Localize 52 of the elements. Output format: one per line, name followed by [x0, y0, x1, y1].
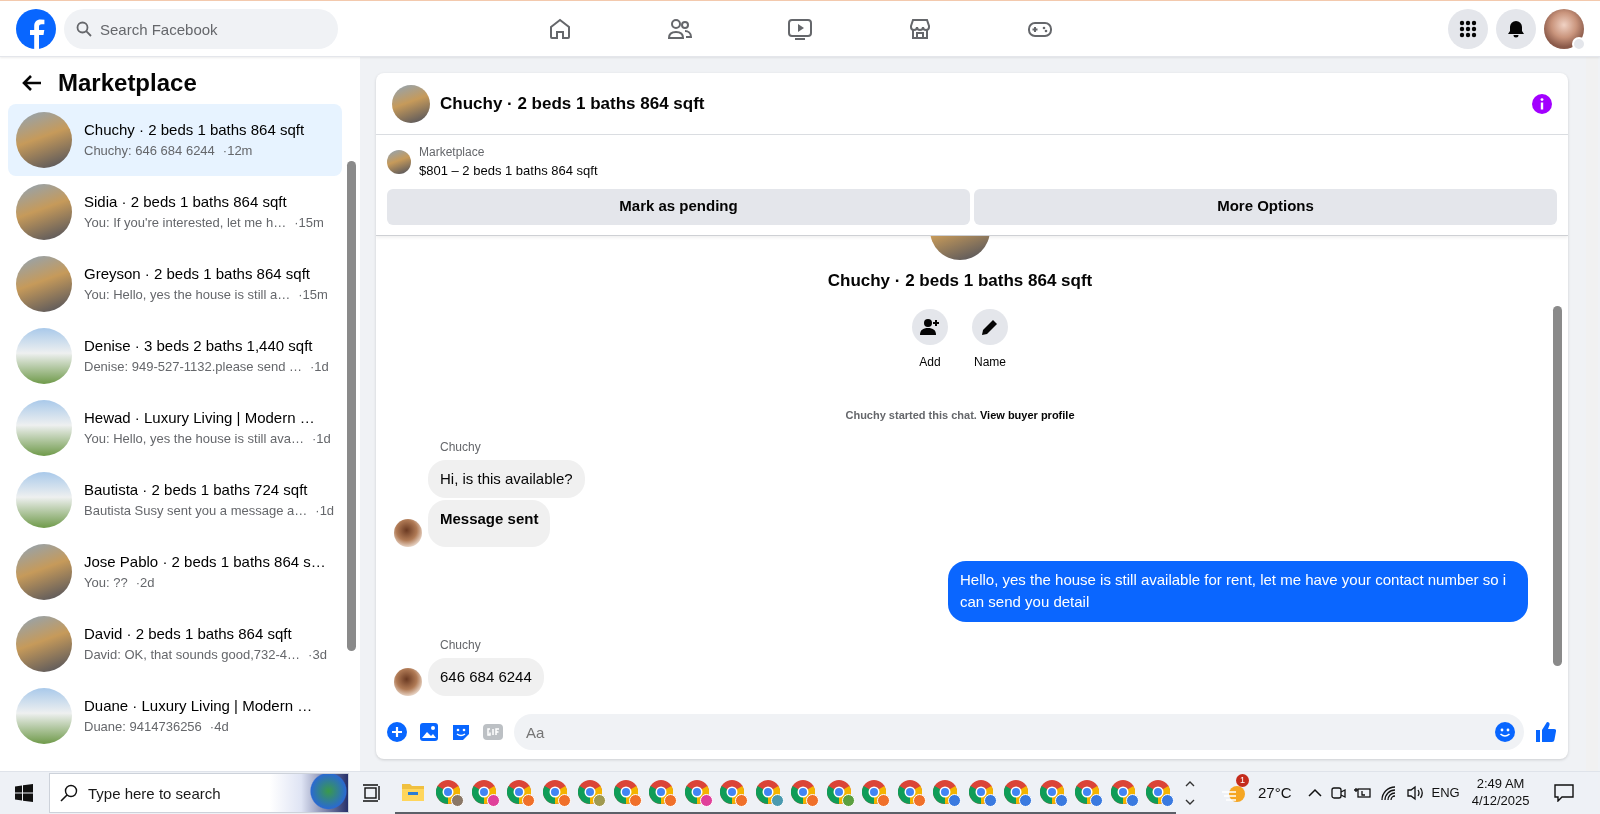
- conversation-title: Bautista · 2 beds 1 baths 724 sqft: [84, 479, 309, 500]
- message-time: ·1d: [310, 358, 329, 377]
- conversation-heading: Chuchy · 2 beds 1 baths 864 sqft: [827, 269, 1093, 292]
- conversation-title: Jose Pablo · 2 beds 1 baths 864 s…: [84, 551, 327, 572]
- message-input[interactable]: Aa: [514, 714, 1524, 750]
- message-preview: You: Hello, yes the house is still a…: [84, 286, 291, 305]
- action-button[interactable]: More Options: [974, 188, 1557, 225]
- message-bubble: 646 684 6244: [428, 657, 544, 696]
- message-preview: David: OK, that sounds good,732-4…: [84, 646, 301, 665]
- conversation-title: Chuchy · 2 beds 1 baths 864 sqft: [84, 119, 306, 140]
- message-preview: Duane: 9414736256: [84, 718, 202, 737]
- notification-count: 1: [1236, 773, 1249, 787]
- sender-name: Chuchy: [440, 636, 482, 654]
- listing-summary: $801 – 2 beds 1 baths 864 sqft: [419, 162, 598, 180]
- action-label: Name: [974, 354, 1006, 371]
- clock-date[interactable]: 4/12/2025: [1471, 793, 1530, 810]
- message-time: ·1d: [315, 502, 335, 521]
- action-button[interactable]: Mark as pending: [387, 188, 970, 225]
- message-preview: You: If you're interested, let me h…: [84, 214, 287, 233]
- message-preview: Denise: 949-527-1132.please send …: [84, 358, 303, 377]
- input-language[interactable]: ENG: [1431, 783, 1460, 803]
- buyer-profile-link[interactable]: View buyer profile: [979, 409, 1075, 421]
- message-time: ·15m: [298, 286, 328, 305]
- conversation-title: Duane · Luxury Living | Modern …: [84, 695, 314, 716]
- temperature[interactable]: 27°C: [1258, 781, 1292, 805]
- message-time: ·4d: [209, 718, 229, 737]
- chat-notice: Chuchy started this chat.: [845, 409, 977, 421]
- conversation-item[interactable]: Chuchy · 2 beds 1 baths 864 sqft Chuchy: 646 684 6244 ·12m: [8, 103, 342, 176]
- conversation-title: David · 2 beds 1 baths 864 sqft: [84, 623, 293, 644]
- message-time: ·1d: [311, 430, 331, 449]
- panel-title: Marketplace: [58, 69, 197, 98]
- message-time: ·3d: [308, 646, 327, 665]
- clock-time[interactable]: 2:49 AM: [1471, 776, 1530, 793]
- message-bubble: Hello, yes the house is still available for rent, let me have your contact number so i can send you detail: [948, 560, 1528, 622]
- search-field[interactable]: Search Facebook: [64, 9, 338, 49]
- message-preview: You: ??: [84, 574, 128, 593]
- message-bubble: Hi, is this available?: [428, 459, 585, 498]
- message-time: ·2d: [135, 574, 155, 593]
- action-label: Add: [919, 354, 941, 371]
- message-time: ·12m: [222, 142, 253, 161]
- chat-title: Chuchy · 2 beds 1 baths 864 sqft: [440, 92, 705, 115]
- message-preview: Chuchy: 646 684 6244: [84, 142, 215, 161]
- conversation-title: Denise · 3 beds 2 baths 1,440 sqft: [84, 335, 314, 356]
- conversation-title: Sidia · 2 beds 1 baths 864 sqft: [84, 191, 288, 212]
- conversation-title: Greyson · 2 beds 1 baths 864 sqft: [84, 263, 311, 284]
- sender-name: Chuchy: [440, 438, 482, 456]
- message-preview: You: Hello, yes the house is still ava…: [84, 430, 304, 449]
- listing-label: Marketplace: [419, 144, 486, 161]
- message-time: ·15m: [294, 214, 324, 233]
- conversation-title: Hewad · Luxury Living | Modern …: [84, 407, 316, 428]
- message-preview: Bautista Susy sent you a message a…: [84, 502, 308, 521]
- message-bubble: Message sent: [428, 500, 551, 547]
